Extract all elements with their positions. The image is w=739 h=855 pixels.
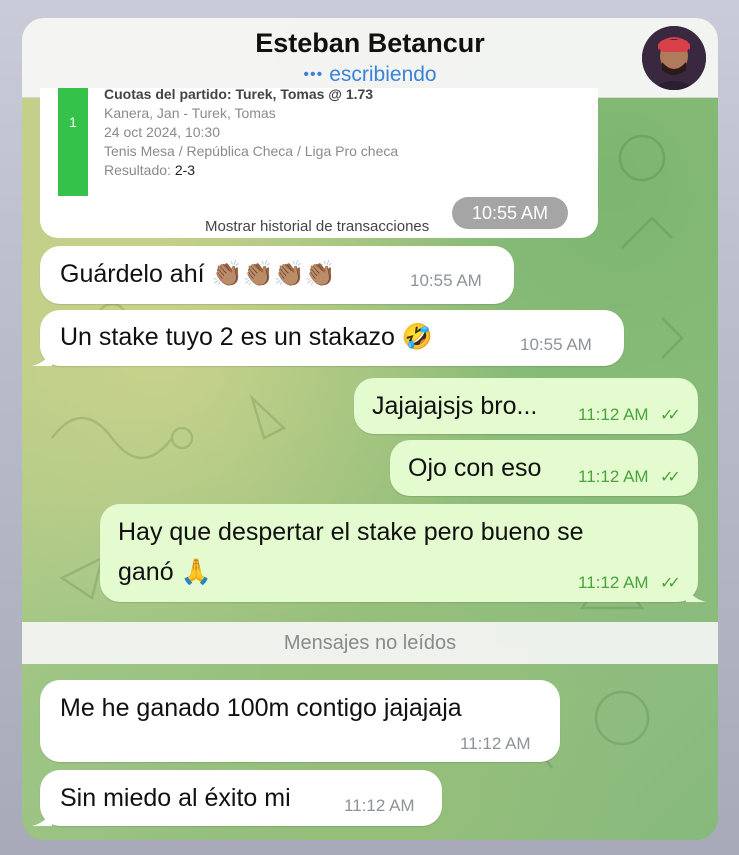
message-outgoing[interactable]: Hay que despertar el stake pero bueno se…	[100, 504, 706, 602]
bubble-tail	[32, 808, 52, 826]
typing-status: ••• escribiendo	[22, 63, 718, 87]
bet-result: Resultado: 2-3	[104, 162, 195, 178]
message-text: Un stake tuyo 2 es un stakazo 🤣	[60, 323, 433, 351]
message-text-line-1: Hay que despertar el stake pero bueno se	[118, 518, 584, 546]
avatar-image	[642, 26, 706, 90]
bet-result-value: 2-3	[174, 162, 196, 178]
message-time: 11:12 AM	[578, 405, 649, 424]
avatar[interactable]	[642, 26, 706, 90]
bet-odds-line: Cuotas del partido: Turek, Tomas @ 1.73	[104, 86, 374, 102]
bet-card-time: 10:55 AM	[452, 197, 568, 229]
message-time: 11:12 AM	[344, 796, 415, 815]
double-check-icon: ✓✓	[660, 575, 681, 592]
contact-name[interactable]: Esteban Betancur	[22, 28, 718, 59]
show-transaction-history-link[interactable]: Mostrar historial de transacciones	[205, 218, 429, 235]
chat-window: Esteban Betancur ••• escribiendo Cuotas d…	[22, 18, 718, 840]
message-time: 10:55 AM	[410, 271, 482, 290]
message-time: 11:12 AM	[578, 467, 649, 486]
message-incoming[interactable]: Me he ganado 100m contigo jajajaja 11:12…	[40, 680, 560, 762]
message-time: 10:55 AM	[520, 335, 592, 354]
message-text: Sin miedo al éxito mi	[60, 784, 291, 812]
message-text-line-2: ganó 🙏	[118, 558, 212, 586]
message-text: Jajajajsjs bro...	[372, 392, 538, 420]
double-check-icon: ✓✓	[660, 407, 681, 424]
bet-datetime: 24 oct 2024, 10:30	[104, 124, 220, 140]
bubble-tail	[32, 348, 52, 366]
message-outgoing[interactable]: Ojo con eso 11:12 AM ✓✓	[390, 440, 698, 496]
bet-match: Kanera, Jan - Turek, Tomas	[104, 105, 276, 121]
message-text: Guárdelo ahí 👏🏽👏🏽👏🏽👏🏽	[60, 260, 337, 288]
message-text: Ojo con eso	[408, 454, 542, 482]
message-time: 11:12 AM	[460, 734, 531, 753]
message-text: Me he ganado 100m contigo jajajaja	[60, 694, 462, 722]
bet-league: Tenis Mesa / República Checa / Liga Pro …	[104, 143, 399, 159]
double-check-icon: ✓✓	[660, 469, 681, 486]
bet-slip-details: Cuotas del partido: Turek, Tomas @ 1.73 …	[40, 86, 580, 196]
bet-index-bar: 1	[58, 88, 88, 196]
unread-messages-divider: Mensajes no leídos	[22, 622, 718, 664]
bet-index: 1	[69, 114, 77, 130]
message-incoming[interactable]: Sin miedo al éxito mi 11:12 AM	[32, 770, 442, 826]
typing-dots-icon: •••	[303, 66, 324, 83]
message-time: 11:12 AM	[578, 573, 649, 592]
message-incoming[interactable]: Guárdelo ahí 👏🏽👏🏽👏🏽👏🏽 10:55 AM	[40, 246, 514, 304]
message-incoming[interactable]: Un stake tuyo 2 es un stakazo 🤣 10:55 AM	[32, 310, 624, 366]
bubble-tail	[686, 584, 706, 602]
status-text: escribiendo	[329, 63, 437, 86]
message-outgoing[interactable]: Jajajajsjs bro... 11:12 AM ✓✓	[354, 378, 698, 434]
bet-result-label: Resultado:	[104, 162, 171, 178]
